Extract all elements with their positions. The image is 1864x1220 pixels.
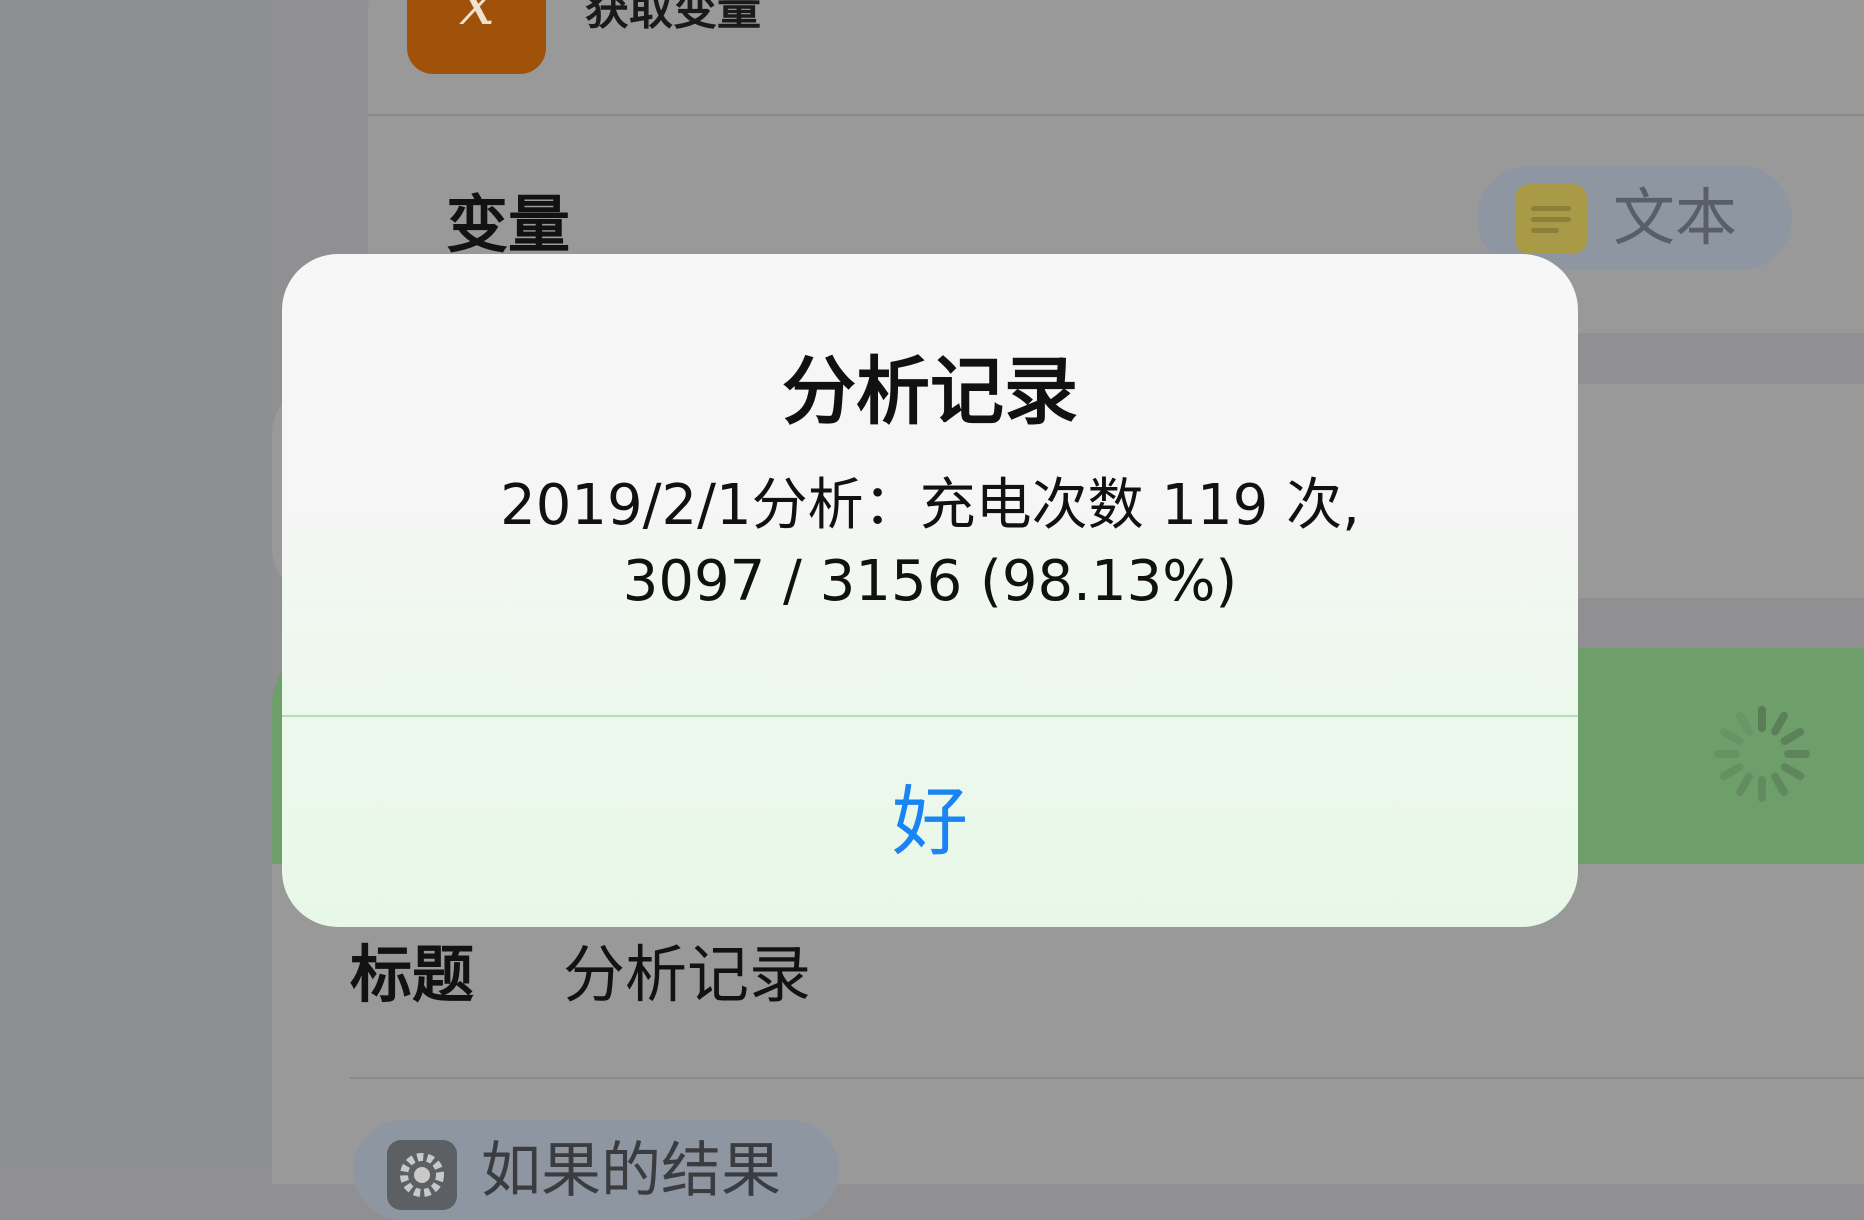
variable-label: 变量 [446,188,571,261]
alert-title-label: 标题 [350,938,475,1011]
alert-dialog: 分析记录 2019/2/1分析：充电次数 119 次, 3097 / 3156 … [282,254,1578,927]
action-title: 获取变量 [585,0,761,35]
variable-x-icon: x [407,0,546,74]
variable-token-label: 文本 [1613,181,1738,254]
ok-button[interactable]: 好 [282,717,1578,927]
gear-icon [387,1140,457,1210]
svg-text:x: x [458,0,494,40]
alert-title: 分析记录 [782,349,1078,435]
alert-message-line: 3097 / 3156 (98.13%) [622,549,1238,614]
divider [350,1077,1864,1079]
alert-message-line: 2019/2/1分析：充电次数 119 次, [500,473,1360,538]
alert-message: 2019/2/1分析：充电次数 119 次, 3097 / 3156 (98.1… [282,468,1578,620]
alert-title-field[interactable]: 分析记录 [563,940,811,1010]
if-result-token-label: 如果的结果 [481,1136,781,1206]
spinner-icon [1714,706,1810,802]
if-result-token-pill[interactable]: 如果的结果 [353,1120,839,1220]
background-left [0,0,272,1165]
text-lines-icon [1515,184,1587,254]
divider [368,114,1864,116]
